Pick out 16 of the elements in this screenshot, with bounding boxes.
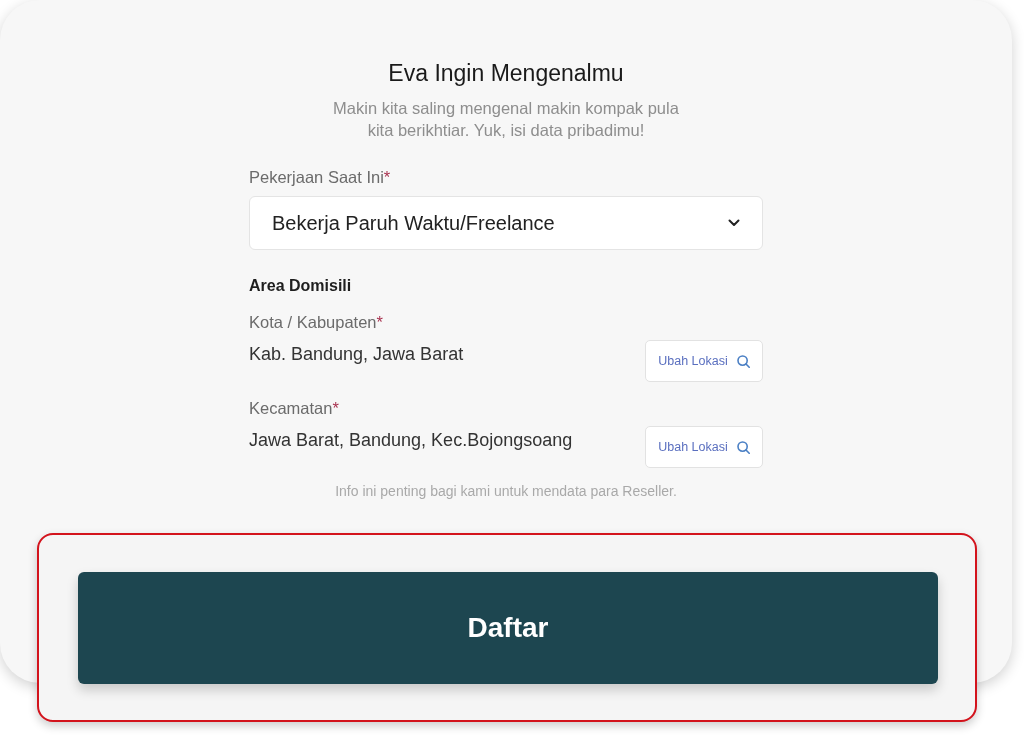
location-value: Kab. Bandung, Jawa Barat — [249, 343, 464, 366]
field-label: Kecamatan* — [249, 398, 340, 419]
search-icon — [736, 354, 750, 368]
occupation-dropdown[interactable]: Bekerja Paruh Waktu/Freelance — [249, 196, 763, 250]
field-label: Kota / Kabupaten* — [249, 312, 384, 333]
search-icon — [736, 440, 750, 454]
form-title: Eva Ingin Mengenalmu — [387, 59, 625, 88]
location-value: Jawa Barat, Bandung, Kec.Bojongsoang — [249, 429, 573, 452]
register-button[interactable]: Daftar — [78, 572, 938, 684]
field-label: Pekerjaan Saat Ini* — [249, 167, 392, 188]
chevron-down-icon — [728, 219, 740, 227]
form-subtitle: Makin kita saling mengenal makin kompak pula kita berikhtiar. Yuk, isi data pribadimu! — [332, 98, 680, 141]
section-heading: Area Domisili — [249, 276, 353, 296]
info-note: Info ini penting bagi kami untuk mendata para Reseller. — [334, 482, 678, 501]
change-location-button[interactable]: Ubah Lokasi — [645, 340, 763, 382]
change-location-button[interactable]: Ubah Lokasi — [645, 426, 763, 468]
